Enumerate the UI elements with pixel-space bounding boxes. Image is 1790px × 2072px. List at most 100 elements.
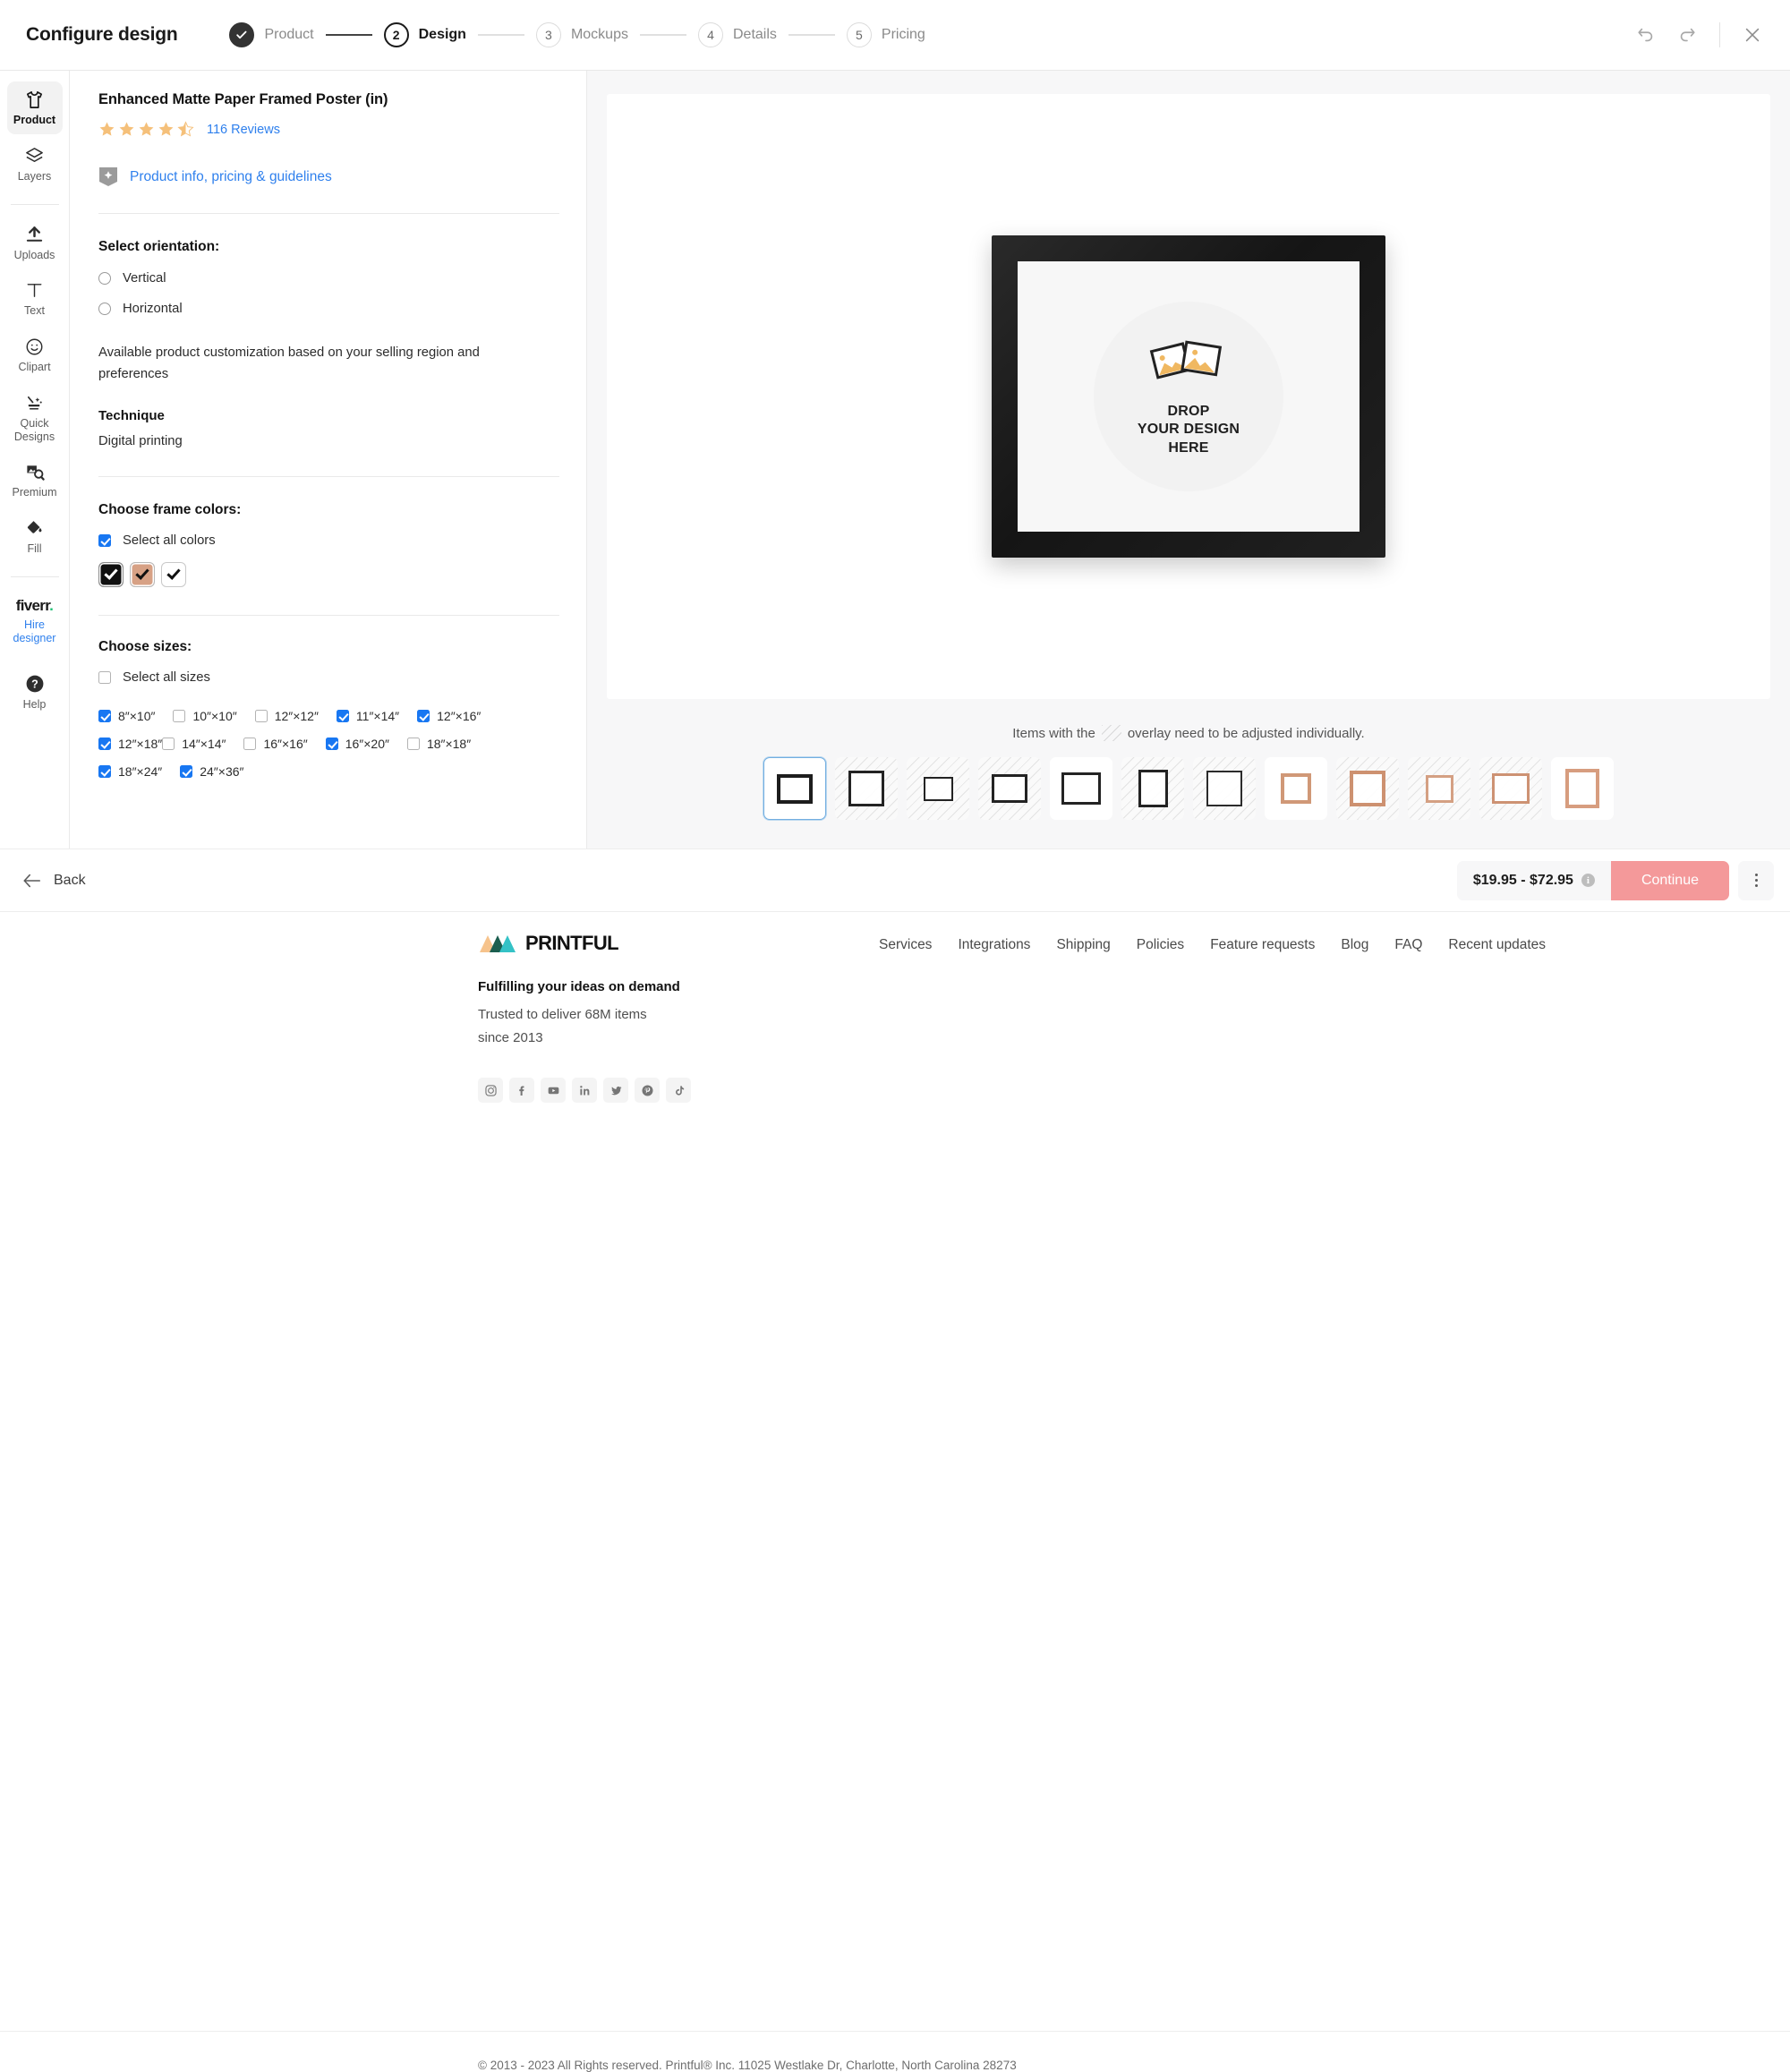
star-icon bbox=[118, 121, 135, 138]
footer-link-shipping[interactable]: Shipping bbox=[1056, 937, 1110, 953]
linkedin-link[interactable] bbox=[572, 1078, 597, 1103]
select-all-sizes-checkbox[interactable]: Select all sizes bbox=[98, 670, 559, 685]
rail-label: Quick Designs bbox=[9, 417, 61, 444]
footer-link-recent-updates[interactable]: Recent updates bbox=[1448, 937, 1546, 953]
select-all-colors-checkbox[interactable]: Select all colors bbox=[98, 533, 559, 548]
info-icon[interactable]: i bbox=[1581, 874, 1595, 887]
size-option[interactable]: 10″×10″ bbox=[173, 709, 236, 723]
checkbox-icon bbox=[180, 765, 192, 778]
mockup-thumbnail[interactable] bbox=[1121, 757, 1184, 820]
size-label: 14″×14″ bbox=[182, 737, 226, 751]
top-bar-actions bbox=[1628, 17, 1790, 53]
footer-link-services[interactable]: Services bbox=[879, 937, 932, 953]
back-button[interactable]: Back bbox=[22, 873, 86, 889]
swatch-black[interactable] bbox=[98, 562, 124, 587]
mockup-thumbnail[interactable] bbox=[835, 757, 898, 820]
drop-zone[interactable]: DROP YOUR DESIGN HERE bbox=[1094, 302, 1283, 491]
step-design[interactable]: 2 Design bbox=[384, 22, 466, 47]
drop-zone-text: DROP YOUR DESIGN HERE bbox=[1138, 403, 1240, 457]
youtube-link[interactable] bbox=[541, 1078, 566, 1103]
rail-item-quick-designs[interactable]: Quick Designs bbox=[7, 385, 63, 451]
size-option[interactable]: 16″×16″ bbox=[243, 737, 307, 751]
size-option[interactable]: 18″×18″ bbox=[407, 737, 471, 751]
mockup-thumbnail[interactable] bbox=[763, 757, 826, 820]
twitter-link[interactable] bbox=[603, 1078, 628, 1103]
rail-item-hire-designer[interactable]: fiverr. Hire designer bbox=[7, 589, 63, 653]
rail-item-text[interactable]: Text bbox=[7, 272, 63, 325]
mockup-thumbnail[interactable] bbox=[1408, 757, 1470, 820]
footer-link-policies[interactable]: Policies bbox=[1137, 937, 1184, 953]
orientation-option-horizontal[interactable]: Horizontal bbox=[98, 302, 559, 316]
size-label: 12″×12″ bbox=[275, 709, 319, 723]
rail-item-product[interactable]: Product bbox=[7, 81, 63, 134]
redo-button[interactable] bbox=[1669, 17, 1705, 53]
size-label: 16″×20″ bbox=[345, 737, 389, 751]
step-product-label: Product bbox=[264, 27, 313, 43]
footer-link-feature-requests[interactable]: Feature requests bbox=[1210, 937, 1315, 953]
more-options-button[interactable] bbox=[1738, 861, 1774, 900]
rail-item-uploads[interactable]: Uploads bbox=[7, 217, 63, 269]
availability-note: Available product customization based on… bbox=[98, 343, 546, 386]
footer-link-faq[interactable]: FAQ bbox=[1394, 937, 1422, 953]
mockup-thumbnail[interactable] bbox=[907, 757, 969, 820]
mockup-canvas[interactable]: DROP YOUR DESIGN HERE bbox=[607, 94, 1770, 699]
checkbox-icon bbox=[98, 534, 111, 547]
rail-item-clipart[interactable]: Clipart bbox=[7, 328, 63, 381]
facebook-link[interactable] bbox=[509, 1078, 534, 1103]
mockup-thumbnail[interactable] bbox=[1479, 757, 1542, 820]
mockup-thumbnail[interactable] bbox=[1551, 757, 1614, 820]
rail-item-fill[interactable]: Fill bbox=[7, 510, 63, 563]
size-option[interactable]: 18″×24″ bbox=[98, 764, 162, 779]
footer-link-integrations[interactable]: Integrations bbox=[958, 937, 1030, 953]
close-button[interactable] bbox=[1735, 17, 1770, 53]
size-label: 12″×18″ bbox=[118, 737, 162, 751]
product-info-link[interactable]: Product info, pricing & guidelines bbox=[130, 169, 332, 185]
size-option[interactable]: 14″×14″ bbox=[162, 737, 226, 751]
rail-item-premium[interactable]: Premium bbox=[7, 454, 63, 507]
step-pricing[interactable]: 5 Pricing bbox=[847, 22, 925, 47]
continue-button[interactable]: Continue bbox=[1611, 861, 1729, 900]
mockup-thumbnail[interactable] bbox=[978, 757, 1041, 820]
footer-subline-1: Trusted to deliver 68M items bbox=[478, 1005, 1790, 1026]
swatch-white[interactable] bbox=[161, 562, 186, 587]
orientation-option-vertical[interactable]: Vertical bbox=[98, 271, 559, 286]
undo-icon bbox=[1636, 25, 1656, 45]
size-option[interactable]: 12″×18″ bbox=[98, 737, 162, 751]
step-mockups-indicator: 3 bbox=[536, 22, 561, 47]
footer-link-blog[interactable]: Blog bbox=[1341, 937, 1368, 953]
size-option[interactable]: 12″×16″ bbox=[417, 709, 481, 723]
swatch-walnut[interactable] bbox=[130, 562, 155, 587]
footer-inner: PRINTFUL Fulfilling your ideas on demand… bbox=[0, 912, 1790, 1103]
size-option[interactable]: 24″×36″ bbox=[180, 764, 243, 779]
rail-item-layers[interactable]: Layers bbox=[7, 138, 63, 191]
select-all-colors-label: Select all colors bbox=[123, 533, 216, 548]
step-pricing-label: Pricing bbox=[882, 27, 925, 43]
product-info-link-row[interactable]: Product info, pricing & guidelines bbox=[98, 166, 559, 187]
mockup-thumbnail-strip bbox=[607, 757, 1770, 820]
site-footer: PRINTFUL Fulfilling your ideas on demand… bbox=[0, 912, 1790, 1179]
size-option[interactable]: 11″×14″ bbox=[337, 709, 399, 723]
mockup-thumbnail[interactable] bbox=[1265, 757, 1327, 820]
mockup-thumbnail[interactable] bbox=[1050, 757, 1112, 820]
redo-icon bbox=[1677, 25, 1697, 45]
pinterest-link[interactable] bbox=[635, 1078, 660, 1103]
size-option[interactable]: 8″×10″ bbox=[98, 709, 155, 723]
step-details[interactable]: 4 Details bbox=[698, 22, 777, 47]
step-product[interactable]: Product bbox=[229, 22, 313, 47]
undo-button[interactable] bbox=[1628, 17, 1664, 53]
rail-item-help[interactable]: ? Help bbox=[7, 665, 63, 719]
rail-label: Premium bbox=[12, 486, 56, 499]
step-mockups[interactable]: 3 Mockups bbox=[536, 22, 628, 47]
rating-row: 116 Reviews bbox=[98, 121, 559, 138]
mockup-thumbnail[interactable] bbox=[1336, 757, 1399, 820]
size-option[interactable]: 16″×20″ bbox=[326, 737, 389, 751]
mockup-thumbnail[interactable] bbox=[1193, 757, 1256, 820]
rail-label: Clipart bbox=[18, 361, 50, 374]
instagram-link[interactable] bbox=[478, 1078, 503, 1103]
step-pricing-indicator: 5 bbox=[847, 22, 872, 47]
size-option[interactable]: 12″×12″ bbox=[255, 709, 319, 723]
star-rating bbox=[98, 121, 194, 138]
reviews-link[interactable]: 116 Reviews bbox=[207, 123, 280, 137]
tiktok-link[interactable] bbox=[666, 1078, 691, 1103]
step-connector bbox=[478, 34, 524, 36]
